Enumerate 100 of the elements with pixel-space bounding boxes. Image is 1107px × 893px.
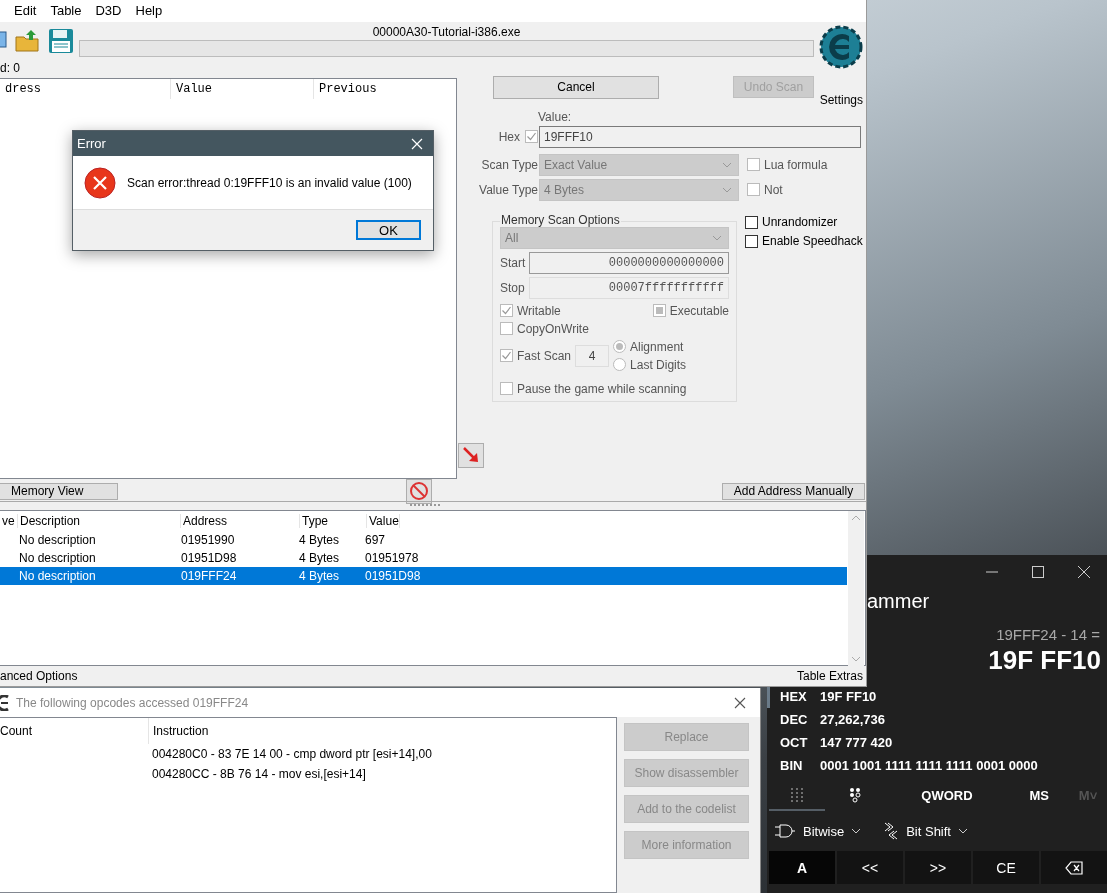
value-label: Value: (538, 109, 573, 123)
expression: 19FFF24 - 14 = (996, 626, 1100, 645)
mode-tab[interactable]: MS (1009, 781, 1070, 811)
column-header[interactable]: Value (171, 78, 314, 99)
column-header[interactable]: Previous (314, 78, 456, 99)
field-label: Value Type (479, 182, 538, 197)
calculator-key[interactable]: >> (905, 851, 971, 884)
radio-button[interactable] (613, 358, 627, 372)
table-cell-text: 697 (364, 532, 386, 547)
column-header[interactable]: Description (18, 513, 181, 528)
checkbox[interactable] (500, 349, 513, 363)
gear-logo-icon[interactable] (818, 24, 864, 70)
ok-button[interactable]: OK (356, 220, 421, 240)
table-cell-text: No description (18, 550, 97, 565)
radix-row[interactable]: BIN 0001 1001 1111 1111 1111 0001 0000 (767, 754, 1107, 777)
close-icon[interactable] (734, 696, 746, 709)
checkbox[interactable] (745, 215, 758, 229)
menu-item[interactable]: Help (128, 3, 170, 19)
calculator-key[interactable]: CE (973, 851, 1039, 884)
table-cell-text: 004280C0 - 83 7E 14 00 - cmp dword ptr [esi+14],00 (151, 747, 432, 761)
add-to-list-button[interactable] (458, 442, 484, 468)
menu-item[interactable]: D3D (88, 3, 129, 19)
splitter-handle[interactable] (410, 503, 440, 508)
radio-label: Alignment (630, 339, 684, 354)
shift-arrows-icon (883, 822, 900, 840)
radio-button[interactable] (613, 340, 627, 354)
field-label: Scan Type (481, 157, 538, 172)
calculator-key[interactable]: << (837, 851, 903, 884)
chevron-down-icon (722, 161, 732, 168)
status-text[interactable]: anced Options (0, 669, 78, 684)
checkbox-label: Pause the game while scanning (517, 381, 687, 396)
column-header[interactable]: dress (0, 78, 171, 99)
error-icon (84, 166, 116, 199)
table-row[interactable]: No description 01951D98 4 Bytes 01951978 (0, 548, 847, 567)
add-address-button[interactable]: Add Address Manually (722, 482, 865, 500)
checkbox[interactable] (500, 304, 513, 318)
checkbox[interactable] (500, 322, 513, 336)
settings-link[interactable]: Settings (819, 93, 863, 107)
field-label: Start (500, 255, 526, 270)
arrow-icon (462, 446, 480, 465)
status-text[interactable]: Table Extras (796, 669, 863, 684)
checkbox-label: Not (764, 182, 783, 197)
alignment-field[interactable]: 4 (575, 344, 610, 367)
column-header[interactable]: Type (300, 513, 367, 528)
backspace-icon (1065, 860, 1083, 875)
checkbox-label: Fast Scan (517, 348, 572, 363)
no-entry-icon (409, 481, 429, 502)
checkbox-label: Writable (517, 303, 561, 318)
window-title: Error (77, 136, 106, 151)
mode-tab[interactable]: QWORD (884, 781, 1010, 811)
error-message: Scan error:thread 0:19FFF10 is an invalid value (100) (127, 175, 412, 190)
memory-view-button[interactable]: Memory View (0, 482, 118, 500)
checkbox-label: Unrandomizer (762, 215, 838, 230)
field-label: Stop (500, 280, 525, 295)
gear-logo-icon (0, 694, 10, 711)
table-cell-text: 01951990 (180, 532, 236, 547)
app-title: ammer (867, 589, 930, 614)
column-header[interactable]: ve (0, 513, 18, 528)
backspace-key[interactable] (1041, 851, 1107, 884)
menu-item[interactable]: Table (43, 3, 89, 19)
result: 19F FF10 (988, 645, 1101, 677)
address-field[interactable]: 00007fffffffffff (529, 276, 729, 299)
column-header[interactable]: Address (181, 513, 300, 528)
column-header[interactable]: Count (0, 718, 149, 744)
table-cell-text: 01951D98 (180, 550, 238, 565)
hex-label: Hex (498, 129, 520, 144)
column-header[interactable]: Value (367, 513, 400, 528)
table-cell-text: 01951D98 (364, 568, 421, 583)
table-row[interactable]: No description 019FFF24 4 Bytes 01951D98 (0, 566, 847, 585)
radix-row[interactable]: DEC 27,262,736 (767, 708, 1107, 731)
process-title: 00000A30-Tutorial-i386.exe (372, 24, 521, 40)
checkbox-label: Lua formula (764, 157, 828, 172)
radix-row[interactable]: HEX 19F FF10 (767, 685, 1107, 708)
table-cell-text: 01951978 (364, 550, 419, 565)
checkbox[interactable] (745, 234, 758, 248)
checkbox[interactable] (525, 130, 538, 144)
checkbox-label: Enable Speedhack (762, 234, 863, 249)
scrollbar[interactable] (848, 510, 864, 666)
keypad-icon (789, 788, 804, 802)
table-row[interactable]: No description 01951990 4 Bytes 697 (0, 530, 847, 549)
dropdown-menu[interactable]: Bit Shift (883, 822, 968, 840)
checkbox[interactable] (747, 158, 760, 172)
dots-icon (848, 787, 861, 803)
dropdown-menu[interactable]: Bitwise (774, 823, 862, 839)
checkbox[interactable] (652, 304, 666, 318)
checkbox[interactable] (747, 183, 760, 197)
column-header[interactable]: Instruction (149, 724, 209, 738)
table-cell-text: 4 Bytes (298, 532, 341, 547)
value-field[interactable]: 19FFF10 (539, 125, 861, 148)
checkbox[interactable] (500, 382, 513, 396)
menu-item[interactable]: Edit (7, 3, 44, 19)
radix-row[interactable]: OCT 147 777 420 (767, 731, 1107, 754)
calculator-key[interactable]: A (769, 851, 835, 884)
address-field[interactable]: 0000000000000000 (529, 251, 729, 274)
table-cell-text: 4 Bytes (298, 568, 341, 583)
scan-button[interactable]: Cancel (493, 75, 659, 99)
stop-button[interactable] (406, 478, 432, 504)
chevron-down-icon (958, 828, 968, 834)
table-cell-text: 4 Bytes (298, 550, 341, 565)
table-cell-text: 004280CC - 8B 76 14 - mov esi,[esi+14] (151, 767, 366, 781)
